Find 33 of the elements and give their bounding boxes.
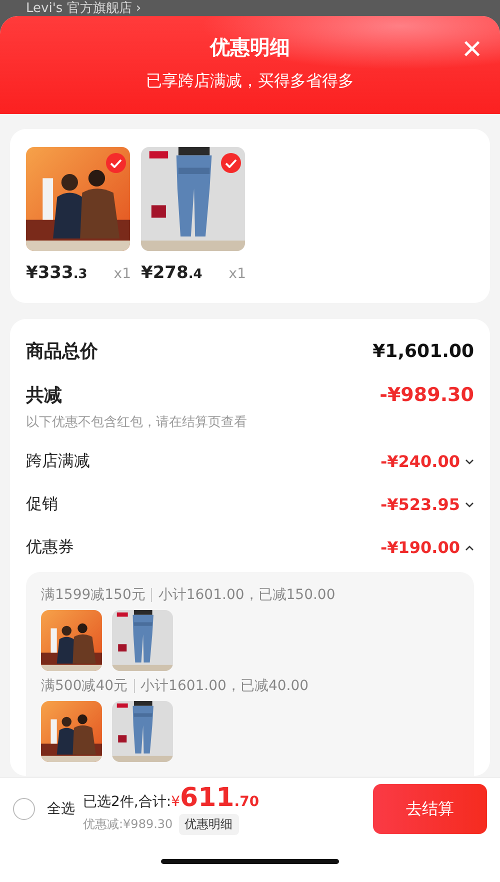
total-label: 商品总价 <box>26 340 98 363</box>
select-all-radio[interactable] <box>13 798 35 820</box>
discount-row-value: -¥523.95 <box>380 495 460 514</box>
product-price: ¥278.4 <box>141 263 202 283</box>
total-label: 已选2件,合计: <box>83 792 172 810</box>
discount-row-label: 优惠券 <box>26 537 74 558</box>
discount-note: 以下优惠不包含红包，请在结算页查看 <box>26 414 248 431</box>
discount-row-label: 跨店满减 <box>26 451 90 472</box>
discount-details-button[interactable]: 优惠明细 <box>178 814 239 834</box>
store-name[interactable]: Levi's 官方旗舰店 › <box>26 1 142 16</box>
saved-amount: 优惠减:¥989.30 <box>83 816 173 832</box>
discount-row-value: -¥190.00 <box>380 538 460 557</box>
chevron-down-icon[interactable] <box>465 458 474 464</box>
product-quantity: x1 <box>228 266 246 282</box>
close-button[interactable]: × <box>462 34 482 64</box>
discount-row-value: -¥240.00 <box>380 452 460 471</box>
chevron-down-icon[interactable] <box>465 502 474 508</box>
sheet-title: 优惠明细 <box>210 34 290 61</box>
select-all-label[interactable]: 全选 <box>47 800 75 818</box>
product-price: ¥333.3 <box>26 263 88 283</box>
product-quantity: x1 <box>114 266 131 282</box>
discount-value: -¥989.30 <box>380 384 474 406</box>
coupon-subtotal: 小计1601.00，已减40.00 <box>140 677 309 695</box>
discount-label: 共减 <box>26 384 62 407</box>
coupon-rule: 满1599减150元 <box>41 586 146 604</box>
discount-row-label: 促销 <box>26 494 58 515</box>
total-value: ¥1,601.00 <box>372 340 474 362</box>
sheet-subtitle: 已享跨店满减，买得多省得多 <box>146 71 354 92</box>
coupon-subtotal: 小计1601.00，已减150.00 <box>158 586 336 604</box>
coupon-rule: 满500减40元 <box>41 677 128 695</box>
chevron-up-icon[interactable] <box>465 544 474 550</box>
checkout-button[interactable]: 去结算 <box>373 784 487 834</box>
total-amount: ¥611.70 <box>171 784 260 812</box>
